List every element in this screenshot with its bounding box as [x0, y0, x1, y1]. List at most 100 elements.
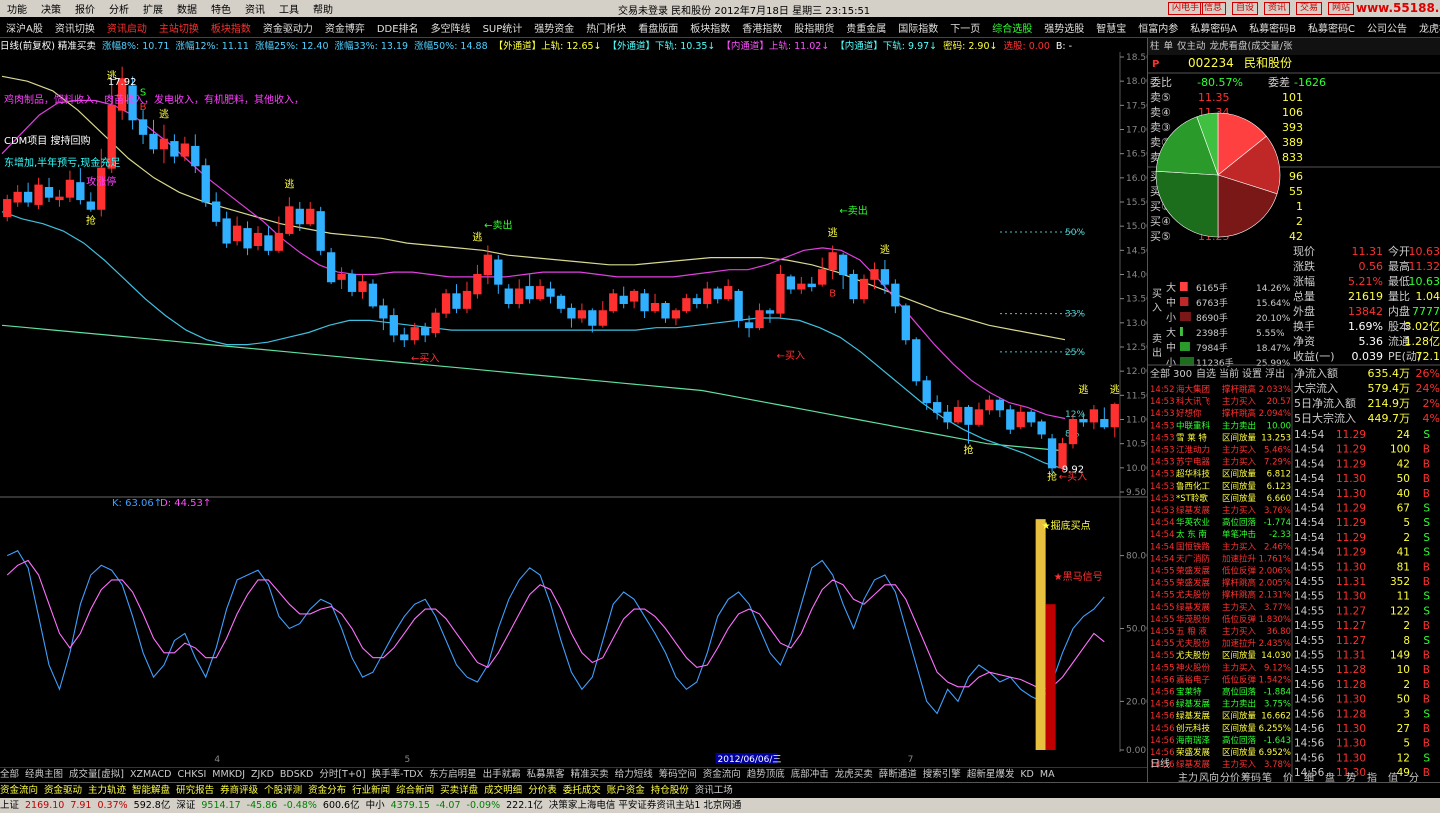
- info-tab-9[interactable]: 综合新闻: [396, 785, 434, 796]
- menu-item-6[interactable]: 特色: [204, 1, 238, 16]
- indicator-tab-5[interactable]: MMKDJ: [212, 769, 245, 780]
- top-button-4[interactable]: 交易: [1296, 2, 1323, 15]
- info-tab-2[interactable]: 主力轨迹: [88, 785, 126, 796]
- toolbar-button-11[interactable]: 热门析块: [580, 20, 632, 35]
- toolbar-button-18[interactable]: 下一页: [944, 20, 986, 35]
- toolbar-button-19[interactable]: 综合选股: [986, 20, 1038, 35]
- indicator-tab-10[interactable]: 东方启明星: [429, 769, 477, 780]
- info-tab-11[interactable]: 成交明细: [484, 785, 522, 796]
- info-tab-3[interactable]: 智能解盘: [132, 785, 170, 796]
- indicator-tab-16[interactable]: 资金流向: [703, 769, 741, 780]
- toolbar-button-5[interactable]: 资金驱动力: [257, 20, 319, 35]
- top-button-1[interactable]: 信息: [1200, 2, 1227, 15]
- toolbar-button-23[interactable]: 私募密码A: [1184, 20, 1243, 35]
- info-tab-12[interactable]: 分价表: [528, 785, 557, 796]
- top-button-2[interactable]: 自设: [1232, 2, 1259, 15]
- menu-item-7[interactable]: 资讯: [238, 1, 272, 16]
- toolbar-button-8[interactable]: 多空阵线: [425, 20, 477, 35]
- indicator-tab-13[interactable]: 精准买卖: [571, 769, 609, 780]
- menu-item-5[interactable]: 数据: [170, 1, 204, 16]
- right-tab-2[interactable]: 仅主动: [1177, 41, 1206, 52]
- toolbar-button-12[interactable]: 看盘版面: [632, 20, 684, 35]
- info-tab-workshop[interactable]: 资讯工场: [695, 785, 733, 796]
- indicator-tab-19[interactable]: 龙虎买卖: [835, 769, 873, 780]
- info-tab-6[interactable]: 个股评测: [264, 785, 302, 796]
- menu-item-1[interactable]: 决策: [34, 1, 68, 16]
- toolbar-button-13[interactable]: 板块指数: [684, 20, 736, 35]
- toolbar-button-14[interactable]: 香港指数: [736, 20, 788, 35]
- indicator-tab-23[interactable]: KD: [1020, 769, 1034, 780]
- info-tab-1[interactable]: 资金驱动: [44, 785, 82, 796]
- toolbar-button-17[interactable]: 国际指数: [892, 20, 944, 35]
- toolbar-button-6[interactable]: 资金博弈: [319, 20, 371, 35]
- indicator-tab-4[interactable]: CHKSI: [177, 769, 206, 780]
- indicator-tab-0[interactable]: 全部: [0, 769, 19, 780]
- toolbar-button-25[interactable]: 私募密码C: [1302, 20, 1361, 35]
- info-tabs[interactable]: 资金流向 资金驱动 主力轨迹 智能解盘 研究报告 券商评级 个股评测 资金分布 行业新闻 综合新闻…: [0, 782, 1440, 798]
- info-tab-0[interactable]: 资金流向: [0, 785, 38, 796]
- indicator-tab-2[interactable]: 成交量[虚拟]: [69, 769, 124, 780]
- menu-item-2[interactable]: 报价: [68, 1, 102, 16]
- toolbar-button-2[interactable]: 资讯启动: [101, 20, 153, 35]
- toolbar-button-22[interactable]: 恒富内参: [1132, 20, 1184, 35]
- toolbar-button-7[interactable]: DDE排名: [371, 20, 425, 35]
- radar-value: 2.094%: [1259, 409, 1291, 419]
- info-tab-7[interactable]: 资金分布: [308, 785, 346, 796]
- kline-chart[interactable]: 18.50 18.00 17.50 17.00 16.50 16.00 15.50 15.00…: [0, 52, 1147, 767]
- top-button-5[interactable]: 网站: [1328, 2, 1355, 15]
- info-tab-15[interactable]: 持仓股份: [651, 785, 689, 796]
- indicator-tab-6[interactable]: ZJKD: [251, 769, 274, 780]
- toolbar-button-16[interactable]: 贵重金属: [840, 20, 892, 35]
- toolbar-button-0[interactable]: 深沪A股: [0, 20, 49, 35]
- toolbar-button-9[interactable]: SUP统计: [477, 20, 529, 35]
- right-tab-0[interactable]: 柱: [1150, 41, 1160, 52]
- toolbar-button-15[interactable]: 股指期货: [788, 20, 840, 35]
- toolbar-button-3[interactable]: 主站切换: [153, 20, 205, 35]
- indicator-tab-3[interactable]: XZMACD: [130, 769, 172, 780]
- right-panel-tabs[interactable]: 柱单仅主动 龙虎看盘(成交量/张: [1148, 38, 1440, 55]
- menu-item-9[interactable]: 帮助: [306, 1, 340, 16]
- indicator-tabs[interactable]: 全部 经典主图 成交量[虚拟] XZMACD CHKSI MMKDJ ZJKD BDSKD 分时…: [0, 767, 1147, 782]
- toolbar-button-10[interactable]: 强势资金: [528, 20, 580, 35]
- indicator-tab-11[interactable]: 出手就霸: [483, 769, 521, 780]
- toolbar-button-1[interactable]: 资讯切换: [49, 20, 101, 35]
- info-tab-8[interactable]: 行业新闻: [352, 785, 390, 796]
- indicator-tab-8[interactable]: 分时[T+0]: [319, 769, 365, 780]
- right-tab-3[interactable]: 龙虎看盘(成交量/张: [1210, 41, 1293, 52]
- candle-body: [891, 283, 900, 307]
- indicator-tab-17[interactable]: 趋势顶底: [747, 769, 785, 780]
- info-tab-5[interactable]: 券商评级: [220, 785, 258, 796]
- toolbar-button-20[interactable]: 强势选股: [1038, 20, 1090, 35]
- right-tab-1[interactable]: 单: [1164, 41, 1174, 52]
- toolbar-button-26[interactable]: 公司公告: [1361, 20, 1413, 35]
- indicator-tab-20[interactable]: 薛断通道: [879, 769, 917, 780]
- radar-stock: 宝莱特: [1176, 687, 1202, 698]
- indicator-tab-21[interactable]: 搜索引擎: [923, 769, 961, 780]
- indicator-tab-9[interactable]: 换手率-TDX: [372, 769, 424, 780]
- menu-item-8[interactable]: 工具: [272, 1, 306, 16]
- toolbar-button-4[interactable]: 板块指数: [205, 20, 257, 35]
- info-tab-10[interactable]: 买卖详盘: [440, 785, 478, 796]
- indicator-tab-15[interactable]: 筹码空间: [659, 769, 697, 780]
- toolbar-button-27[interactable]: 龙虎榜单: [1413, 20, 1440, 35]
- toolbar-button-24[interactable]: 私募密码B: [1243, 20, 1302, 35]
- menu-item-4[interactable]: 扩展: [136, 1, 170, 16]
- news-annotation: 鸡肉制品，饲料收入，肉苗收入，发电收入，有机肥料，其他收入，: [4, 93, 304, 106]
- info-tab-13[interactable]: 委托成交: [563, 785, 601, 796]
- indicator-tab-7[interactable]: BDSKD: [280, 769, 313, 780]
- radar-time: 14:54: [1150, 518, 1175, 528]
- indicator-tab-12[interactable]: 私募黑客: [527, 769, 565, 780]
- toolbar-button-21[interactable]: 智慧宝: [1090, 20, 1132, 35]
- indicator-tab-18[interactable]: 底部冲击: [791, 769, 829, 780]
- indicator-tab-24[interactable]: MA: [1040, 769, 1055, 780]
- top-button-0[interactable]: 闪电手: [1168, 2, 1204, 15]
- radar-value: 3.78%: [1264, 760, 1291, 770]
- indicator-tab-22[interactable]: 超新星爆发: [967, 769, 1015, 780]
- menu-item-0[interactable]: 功能: [0, 1, 34, 16]
- info-tab-14[interactable]: 账户资金: [607, 785, 645, 796]
- info-tab-4[interactable]: 研究报告: [176, 785, 214, 796]
- menu-item-3[interactable]: 分析: [102, 1, 136, 16]
- top-button-3[interactable]: 资讯: [1264, 2, 1291, 15]
- indicator-tab-1[interactable]: 经典主图: [25, 769, 63, 780]
- indicator-tab-14[interactable]: 给力短线: [615, 769, 653, 780]
